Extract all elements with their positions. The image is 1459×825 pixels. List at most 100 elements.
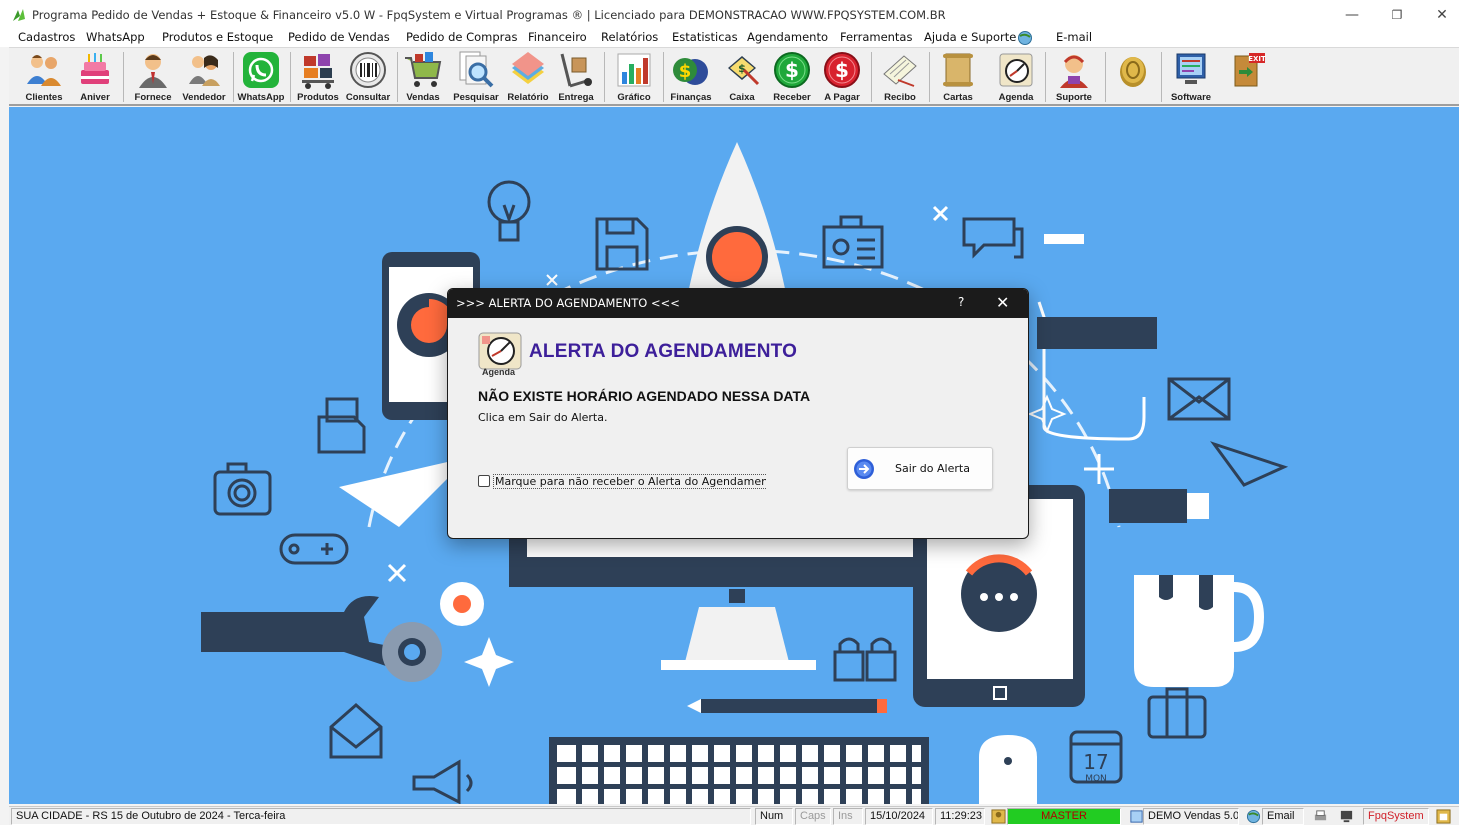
gear-icon bbox=[382, 582, 484, 682]
toolbar-grafico-button[interactable]: Gráfico bbox=[611, 50, 657, 104]
toolbar-financas-button[interactable]: $ Finanças bbox=[667, 50, 715, 104]
menu-pedido-vendas[interactable]: Pedido de Vendas bbox=[288, 29, 390, 47]
menu-agendamento[interactable]: Agendamento bbox=[747, 29, 828, 47]
chart-icon bbox=[617, 53, 651, 87]
toolbar-separator bbox=[1161, 52, 1162, 102]
toolbar-agenda-button[interactable]: Agenda bbox=[993, 50, 1039, 104]
arrow-right-circle-icon bbox=[854, 458, 874, 479]
menu-financeiro[interactable]: Financeiro bbox=[528, 29, 587, 47]
chat-bubbles-icon bbox=[962, 217, 1024, 259]
envelope-icon bbox=[1167, 377, 1231, 421]
toolbar-exit-button[interactable]: EXIT bbox=[1227, 50, 1271, 104]
toolbar-aniver-button[interactable]: Aniver bbox=[73, 50, 117, 104]
minimize-button[interactable]: — bbox=[1330, 0, 1374, 29]
help-globe-icon[interactable] bbox=[1017, 30, 1033, 46]
dialog-title-bar: >>> ALERTA DO AGENDAMENTO <<< ? ✕ bbox=[448, 289, 1028, 318]
email-globe-icon[interactable] bbox=[1246, 809, 1261, 824]
supplier-icon bbox=[139, 54, 167, 88]
camera-icon bbox=[213, 462, 272, 516]
dialog-help-button[interactable]: ? bbox=[958, 295, 964, 309]
toolbar-software-button[interactable]: Software bbox=[1167, 50, 1215, 104]
toolbar-separator bbox=[123, 52, 124, 102]
dialog-close-button[interactable]: ✕ bbox=[996, 293, 1009, 312]
toolbar-produtos-button[interactable]: Produtos bbox=[295, 50, 341, 104]
menu-email[interactable]: E-mail bbox=[1056, 29, 1092, 47]
menu-estatisticas[interactable]: Estatisticas bbox=[672, 29, 738, 47]
toolbar-receber-button[interactable]: $ Receber bbox=[769, 50, 815, 104]
toolbar-separator bbox=[1045, 52, 1046, 102]
calendar-small-icon[interactable] bbox=[1436, 809, 1451, 824]
padlock-icon bbox=[833, 637, 897, 682]
svg-text:$: $ bbox=[835, 58, 849, 82]
toolbar-vendas-button[interactable]: Vendas bbox=[401, 50, 445, 104]
status-caps: Caps bbox=[795, 808, 831, 825]
status-email-button[interactable]: Email bbox=[1262, 808, 1304, 825]
keyboard-icon bbox=[549, 737, 929, 804]
no-alert-checkbox-label[interactable]: Marque para não receber o Alerta do Agen… bbox=[493, 473, 766, 489]
menu-bar: Cadastros WhatsApp Produtos e Estoque Pe… bbox=[0, 29, 1459, 47]
toolbar-coins-button[interactable] bbox=[1113, 50, 1153, 104]
no-alert-checkbox[interactable] bbox=[478, 475, 490, 487]
toolbar-label: Consultar bbox=[345, 92, 391, 103]
no-alert-checkbox-row[interactable]: Marque para não receber o Alerta do Agen… bbox=[478, 473, 766, 489]
toolbar-separator bbox=[663, 52, 664, 102]
toolbar-label: Vendas bbox=[406, 92, 440, 103]
toolbar-relatorio-button[interactable]: Relatório bbox=[505, 50, 551, 104]
monitor-small-icon[interactable] bbox=[1339, 809, 1354, 824]
floppy-disk-icon bbox=[595, 217, 649, 271]
toolbar-label: Agenda bbox=[998, 92, 1034, 103]
wrench-icon bbox=[201, 596, 409, 667]
status-bar: SUA CIDADE - RS 15 de Outubro de 2024 - … bbox=[9, 806, 1459, 825]
status-ins: Ins bbox=[833, 808, 863, 825]
toolbar-label: Cartas bbox=[943, 92, 973, 103]
menu-ajuda[interactable]: Ajuda e Suporte bbox=[924, 29, 1016, 47]
toolbar-clientes-button[interactable]: Clientes bbox=[21, 50, 67, 104]
coins-icon bbox=[1120, 57, 1146, 87]
usb-stick-icon bbox=[1109, 489, 1209, 523]
toolbar-recibo-button[interactable]: Recibo bbox=[877, 50, 923, 104]
svg-text:$: $ bbox=[679, 61, 692, 82]
toolbar-cartas-button[interactable]: Cartas bbox=[935, 50, 981, 104]
menu-pedido-compras[interactable]: Pedido de Compras bbox=[406, 29, 517, 47]
pencil-icon bbox=[687, 699, 887, 713]
decor-x-mark bbox=[387, 563, 407, 583]
exit-alert-button[interactable]: Sair do Alerta bbox=[847, 447, 993, 490]
toolbar-label: Clientes bbox=[25, 92, 63, 103]
finance-icon: $ bbox=[673, 58, 708, 85]
toolbar-suporte-button[interactable]: Suporte bbox=[1051, 50, 1097, 104]
status-date: 15/10/2024 bbox=[865, 808, 933, 825]
menu-cadastros[interactable]: Cadastros bbox=[18, 29, 75, 47]
megaphone-icon bbox=[412, 759, 473, 804]
restore-button[interactable]: ❐ bbox=[1375, 0, 1419, 29]
menu-produtos[interactable]: Produtos e Estoque bbox=[162, 29, 273, 47]
software-icon bbox=[1176, 53, 1206, 84]
toolbar-separator bbox=[290, 52, 291, 102]
toolbar-label: Vendedor bbox=[182, 92, 226, 103]
toolbar-label: Finanças bbox=[670, 92, 712, 103]
close-window-button[interactable]: ✕ bbox=[1420, 0, 1459, 29]
lightbulb-icon bbox=[487, 180, 531, 242]
svg-text:EXIT: EXIT bbox=[1248, 55, 1266, 63]
toolbar-vendedor-button[interactable]: Vendedor bbox=[179, 50, 229, 104]
printer-icon[interactable] bbox=[1313, 809, 1328, 824]
toolbar-whatsapp-button[interactable]: WhatsApp bbox=[237, 50, 285, 104]
status-brand: FpqSystem bbox=[1363, 808, 1429, 825]
menu-relatorios[interactable]: Relatórios bbox=[601, 29, 658, 47]
toolbar-pesquisar-button[interactable]: Pesquisar bbox=[449, 50, 503, 104]
clients-icon bbox=[27, 55, 61, 86]
products-icon bbox=[302, 54, 334, 89]
toolbar-entrega-button[interactable]: Entrega bbox=[555, 50, 597, 104]
version-icon bbox=[1130, 810, 1143, 823]
agenda-icon bbox=[999, 53, 1033, 87]
calendar-weekday: MON bbox=[1085, 774, 1107, 784]
pay-money-icon: $ bbox=[824, 52, 860, 88]
dialog-message: NÃO EXISTE HORÁRIO AGENDADO NESSA DATA bbox=[478, 388, 811, 404]
delivery-icon bbox=[560, 53, 592, 88]
menu-whatsapp[interactable]: WhatsApp bbox=[86, 29, 145, 47]
toolbar-fornece-button[interactable]: Fornece bbox=[131, 50, 175, 104]
toolbar-caixa-button[interactable]: $ Caixa bbox=[721, 50, 763, 104]
menu-ferramentas[interactable]: Ferramentas bbox=[840, 29, 912, 47]
status-location-date: SUA CIDADE - RS 15 de Outubro de 2024 - … bbox=[11, 808, 751, 825]
toolbar-a-pagar-button[interactable]: $ A Pagar bbox=[819, 50, 865, 104]
toolbar-consultar-button[interactable]: Consultar bbox=[343, 50, 393, 104]
